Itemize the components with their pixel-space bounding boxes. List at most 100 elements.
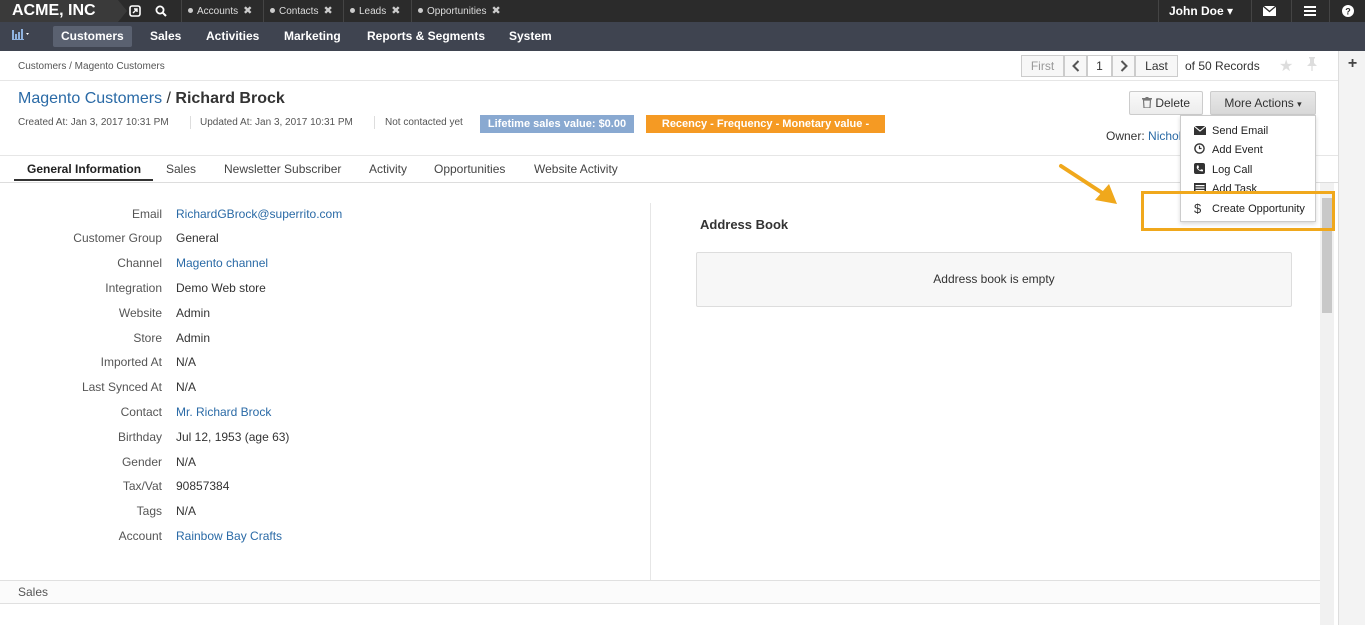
field-label: Channel xyxy=(117,256,162,270)
tab-newsletter-subscriber[interactable]: Newsletter Subscriber xyxy=(224,162,341,176)
tab-label: Leads xyxy=(359,6,387,17)
tab-accounts[interactable]: Accounts ✖ xyxy=(181,0,263,22)
menu-item-label: Add Event xyxy=(1212,144,1263,156)
owner-label: Owner: xyxy=(1106,129,1145,143)
mail-icon[interactable] xyxy=(1251,0,1287,22)
contact-link[interactable]: Mr. Richard Brock xyxy=(176,405,271,419)
brand-logo[interactable]: ACME, INC xyxy=(0,0,118,22)
field-label: Tax/Vat xyxy=(122,479,162,493)
menu-reports-segments[interactable]: Reports & Segments xyxy=(359,26,493,47)
plus-icon[interactable]: + xyxy=(1339,55,1365,73)
field-value: N/A xyxy=(176,504,197,518)
lifetime-sales-badge: Lifetime sales value: $0.00 xyxy=(480,115,634,133)
more-actions-button[interactable]: More Actions ▾ xyxy=(1210,91,1316,115)
rfm-badge: Recency - Frequency - Monetary value - xyxy=(646,115,885,133)
field-value: N/A xyxy=(176,380,197,394)
address-book-empty: Address book is empty xyxy=(696,252,1292,307)
field-label: Integration xyxy=(105,281,162,295)
pager-last-button[interactable]: Last xyxy=(1135,55,1178,77)
breadcrumb: Customers / Magento Customers xyxy=(18,61,165,72)
tab-label: Opportunities xyxy=(427,6,487,17)
field-label: Tags xyxy=(136,504,162,518)
pager-prev-button[interactable] xyxy=(1064,55,1087,77)
annotation-arrow-icon xyxy=(1059,164,1117,204)
meta-divider xyxy=(190,116,191,129)
trash-icon xyxy=(1141,96,1155,110)
field-label: Gender xyxy=(121,455,162,469)
menu-item-send-email[interactable]: Send Email xyxy=(1181,121,1315,141)
tab-website-activity[interactable]: Website Activity xyxy=(534,162,618,176)
tab-opportunities[interactable]: Opportunities xyxy=(434,162,505,176)
menu-customers[interactable]: Customers xyxy=(53,26,132,47)
created-at: Created At: Jan 3, 2017 10:31 PM xyxy=(18,117,169,128)
active-tab-indicator xyxy=(14,179,153,181)
field-label: Contact xyxy=(120,405,162,419)
field-value: 90857384 xyxy=(176,479,230,493)
star-icon[interactable]: ★ xyxy=(1279,56,1293,76)
pager-next-button[interactable] xyxy=(1112,55,1135,77)
tab-label: Accounts xyxy=(197,6,239,17)
field-label: Email xyxy=(131,207,162,221)
tab-leads[interactable]: Leads ✖ xyxy=(343,0,411,22)
account-link[interactable]: Rainbow Bay Crafts xyxy=(176,529,282,543)
close-icon[interactable]: ✖ xyxy=(323,5,332,17)
close-icon[interactable]: ✖ xyxy=(491,5,500,17)
pager-page-input[interactable]: 1 xyxy=(1087,55,1112,77)
help-icon[interactable]: ? xyxy=(1329,0,1365,22)
updated-at: Updated At: Jan 3, 2017 10:31 PM xyxy=(200,117,353,128)
sales-section-title: Sales xyxy=(18,585,49,599)
field-label: Store xyxy=(133,331,162,345)
email-link[interactable]: RichardGBrock@superrito.com xyxy=(176,207,342,221)
field-label: Customer Group xyxy=(73,231,162,245)
side-gutter: + xyxy=(1338,51,1365,625)
hamburger-menu-icon[interactable] xyxy=(1291,0,1327,22)
pin-icon[interactable] xyxy=(1306,56,1318,77)
field-label: Account xyxy=(118,529,162,543)
owner-link[interactable]: Nichol xyxy=(1148,129,1181,143)
more-actions-label: More Actions xyxy=(1224,96,1294,110)
tab-activity[interactable]: Activity xyxy=(369,162,407,176)
field-value: N/A xyxy=(176,455,197,469)
menu-sales[interactable]: Sales xyxy=(142,26,189,47)
menu-item-label: Send Email xyxy=(1212,125,1269,137)
dot-icon xyxy=(350,8,355,13)
tab-sales[interactable]: Sales xyxy=(166,162,196,176)
field-label: Birthday xyxy=(117,430,162,444)
pager-first-button[interactable]: First xyxy=(1021,55,1064,77)
field-value: N/A xyxy=(176,355,197,369)
field-value: Admin xyxy=(176,331,211,345)
caret-down-icon: ▾ xyxy=(1227,4,1234,18)
dashboard-icon[interactable] xyxy=(8,26,36,47)
scrollbar[interactable] xyxy=(1320,183,1334,625)
owner: Owner: Nichol xyxy=(1106,129,1181,143)
user-name: John Doe xyxy=(1169,4,1224,18)
menu-activities[interactable]: Activities xyxy=(198,26,267,47)
tab-contacts[interactable]: Contacts ✖ xyxy=(263,0,343,22)
dot-icon xyxy=(188,8,193,13)
envelope-icon xyxy=(1193,121,1207,141)
menu-item-log-call[interactable]: Log Call xyxy=(1181,160,1315,180)
search-icon[interactable] xyxy=(150,0,172,22)
pager-total: of 50 Records xyxy=(1185,59,1260,73)
menu-item-add-event[interactable]: Add Event xyxy=(1181,140,1315,160)
caret-down-icon: ▾ xyxy=(1297,99,1302,109)
annotation-highlight-box xyxy=(1141,191,1335,231)
page-title: Magento Customers / Richard Brock xyxy=(18,90,285,108)
tab-opportunities[interactable]: Opportunities ✖ xyxy=(411,0,511,22)
field-value: General xyxy=(176,231,219,245)
channel-link[interactable]: Magento channel xyxy=(176,256,268,270)
close-icon[interactable]: ✖ xyxy=(243,5,252,17)
field-value: Jul 12, 1953 (age 63) xyxy=(176,430,290,444)
menu-system[interactable]: System xyxy=(501,26,560,47)
parent-link[interactable]: Magento Customers xyxy=(18,90,162,107)
clock-icon xyxy=(1194,140,1205,160)
tab-label: Contacts xyxy=(279,6,319,17)
user-menu[interactable]: John Doe ▾ xyxy=(1158,0,1250,22)
delete-button[interactable]: Delete xyxy=(1129,91,1203,115)
field-value: Admin xyxy=(176,306,211,320)
menu-marketing[interactable]: Marketing xyxy=(276,26,349,47)
tab-general-information[interactable]: General Information xyxy=(27,162,141,176)
field-label: Last Synced At xyxy=(81,380,162,394)
close-icon[interactable]: ✖ xyxy=(391,5,400,17)
share-icon[interactable] xyxy=(124,0,146,22)
